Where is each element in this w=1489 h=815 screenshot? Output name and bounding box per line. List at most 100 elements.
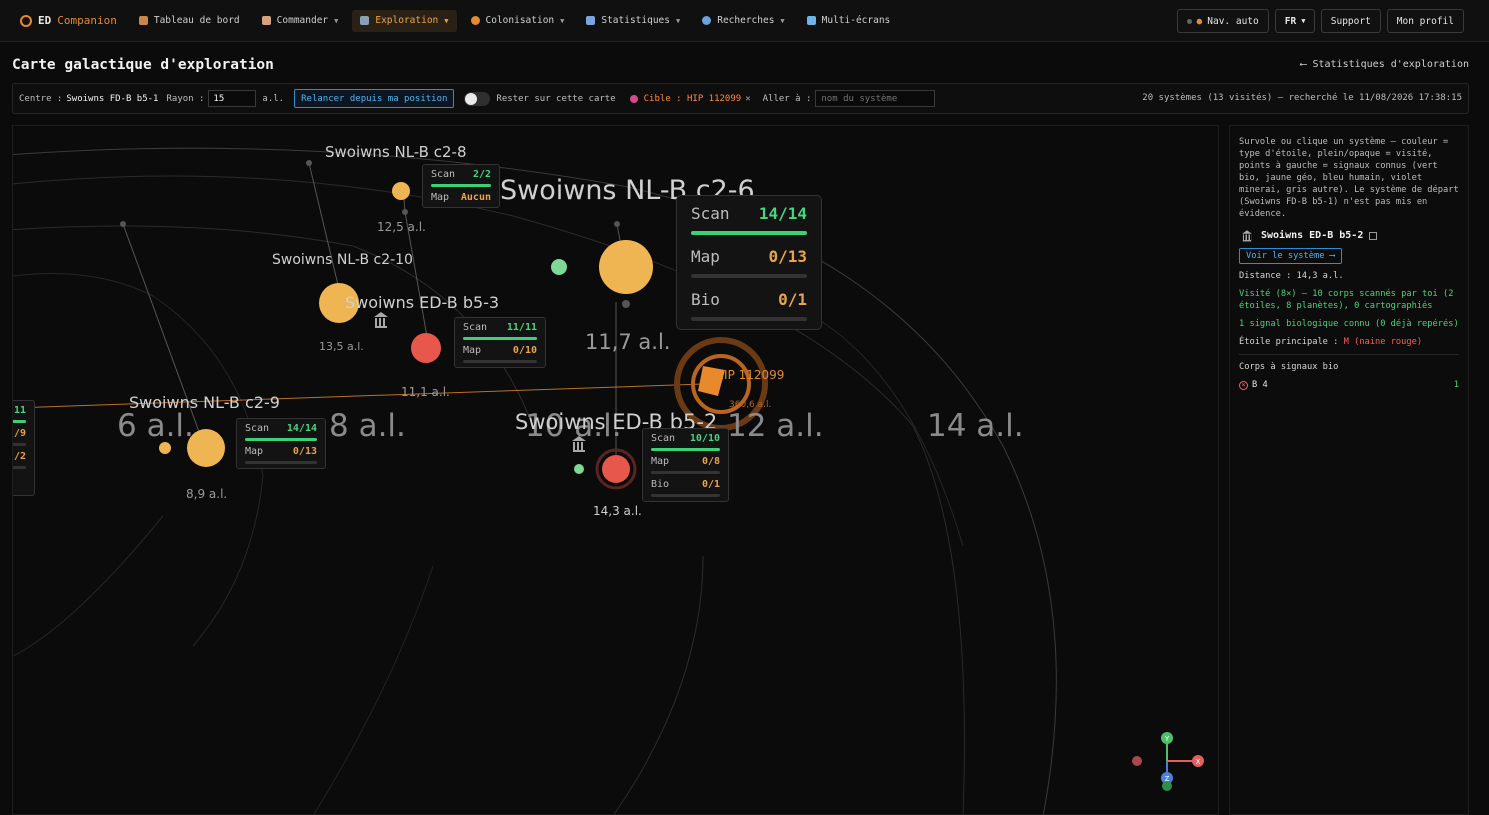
ring-label-14: 14 a.l. <box>927 408 1024 444</box>
system-distance: 11,7 a.l. <box>585 330 671 354</box>
bio-bar <box>691 317 807 321</box>
system-name[interactable]: Swoiwns ED-B b5-3 <box>345 293 499 312</box>
system-distance: 14,3 a.l. <box>593 504 642 518</box>
nav-item-commander[interactable]: Commander ▼ <box>254 10 347 32</box>
map-row: Map 0/10 <box>463 345 537 356</box>
bio-value: 0/1 <box>701 479 720 490</box>
bio-body-count: 1 <box>1453 380 1459 390</box>
copy-icon[interactable] <box>1369 231 1378 240</box>
support-button[interactable]: Support <box>1320 9 1381 33</box>
map-value: 0/13 <box>292 446 317 457</box>
nav-right-group: ● Nav. auto FR ▼ Support Mon profil <box>1176 9 1464 33</box>
bio-bar <box>651 494 720 497</box>
bio-body-row[interactable]: × B 4 1 <box>1239 379 1459 391</box>
map-bar <box>13 443 26 446</box>
map-controls-bar: Centre : Swoiwns FD-B b5-1 Rayon : a.l. … <box>12 83 1469 114</box>
scan-bar <box>431 184 491 187</box>
profile-label: Mon profil <box>1396 15 1454 27</box>
system-card[interactable]: Scan 14/14 Map 0/13 <box>236 418 326 469</box>
star-swoiwns-ed-b-b5-3[interactable] <box>411 333 441 363</box>
star-swoiwns-ed-b-b5-2[interactable] <box>602 455 630 483</box>
bio-value: 0/1 <box>778 290 807 309</box>
bio-body-name: × B 4 <box>1239 379 1268 391</box>
brand-ed: ED <box>38 14 52 27</box>
distance-ring <box>13 273 264 647</box>
planet-icon <box>470 16 480 25</box>
language-value: FR <box>1284 15 1297 27</box>
radius-input[interactable] <box>208 90 257 107</box>
x-axis-label: X <box>1196 758 1201 766</box>
language-select[interactable]: FR ▼ <box>1274 9 1315 33</box>
target-system-name[interactable]: HIP 112099 <box>715 368 784 382</box>
dashboard-icon <box>138 16 148 25</box>
ring-label-12: 12 a.l. <box>727 408 824 444</box>
centre-label: Centre : <box>19 93 63 104</box>
system-anchor-dot <box>120 221 126 227</box>
chevron-down-icon: ▼ <box>780 16 785 25</box>
brand-ring-icon <box>20 14 32 27</box>
selected-system-name: Swoiwns ED-B b5-2 <box>1261 229 1364 241</box>
system-card[interactable]: Scan 2/2 Map Aucun <box>422 164 500 208</box>
scan-label: Scan <box>691 204 730 223</box>
relaunch-from-position-button[interactable]: Relancer depuis ma position <box>294 89 455 108</box>
system-name[interactable]: Swoiwns NL-B c2-10 <box>272 252 413 268</box>
nav-item-label: Multi-écrans <box>821 15 891 26</box>
nav-item-dashboard[interactable]: Tableau de bord <box>131 10 248 32</box>
system-card-clipped[interactable]: 11 /9 /2 <box>13 400 35 496</box>
nav-item-label: Recherches <box>717 15 775 26</box>
chevron-down-icon: ▼ <box>1301 17 1306 25</box>
scan-value: 14/14 <box>758 204 807 223</box>
system-card-large[interactable]: Scan 14/14 Map 0/13 Bio 0/1 <box>676 195 822 330</box>
stay-on-map-toggle[interactable] <box>464 91 491 106</box>
nav-item-colonisation[interactable]: Colonisation ▼ <box>463 10 573 32</box>
map-value: Aucun <box>460 192 491 203</box>
scan-row: Scan 14/14 <box>245 423 317 434</box>
station-icon <box>1241 230 1252 242</box>
system-card[interactable]: Scan 11/11 Map 0/10 <box>454 317 546 368</box>
nav-item-exploration[interactable]: Exploration ▼ <box>352 9 457 32</box>
profile-button[interactable]: Mon profil <box>1386 9 1464 33</box>
stats-icon <box>586 16 596 25</box>
commander-icon <box>261 16 271 25</box>
star-swoiwns-nl-b-c2-8[interactable] <box>392 182 410 200</box>
map-help-text: Survole ou clique un système — couleur =… <box>1239 137 1459 219</box>
chevron-down-icon: ▼ <box>560 16 565 25</box>
system-name[interactable]: Swoiwns NL-B c2-9 <box>129 393 280 412</box>
nav-item-recherches[interactable]: Recherches ▼ <box>694 10 792 32</box>
nav-auto-button[interactable]: ● Nav. auto <box>1176 9 1269 33</box>
bio-bodies-title: Corps à signaux bio <box>1239 362 1339 372</box>
main-star-value: M (naine rouge) <box>1343 337 1423 347</box>
system-distance: 12,5 a.l. <box>377 220 426 234</box>
map-value: 0/8 <box>701 456 720 467</box>
galaxy-map[interactable]: X Y Z 6 a.l. 8 a.l. 10 a.l. 12 a.l. 14 a… <box>12 125 1219 815</box>
unscanned-icon: × <box>1239 380 1248 390</box>
view-system-button[interactable]: Voir le système ⟶ <box>1239 248 1342 264</box>
target-icon <box>629 94 638 103</box>
nav-item-label: Tableau de bord <box>153 15 240 26</box>
toggle-knob <box>465 92 478 105</box>
star-swoiwns-nl-b-c2-6[interactable] <box>599 240 653 294</box>
scan-bar <box>463 337 537 340</box>
map-row: Map 0/8 <box>651 456 720 467</box>
nav-item-multi-ecrans[interactable]: Multi-écrans <box>799 10 899 32</box>
nav-item-label: Exploration <box>375 15 439 26</box>
nav-auto-label: Nav. auto <box>1207 15 1259 27</box>
scan-value: 11/11 <box>506 322 537 333</box>
map-value: 0/10 <box>512 345 537 356</box>
selected-system-title: Swoiwns ED-B b5-2 <box>1239 228 1459 243</box>
nav-item-statistiques[interactable]: Statistiques ▼ <box>578 10 688 32</box>
map-canvas[interactable]: X Y Z <box>13 126 1219 815</box>
clear-target-icon[interactable]: ✕ <box>745 94 750 104</box>
brand-logo[interactable]: ED Companion <box>20 14 117 27</box>
target-label-text: Cible : <box>643 93 682 104</box>
system-anchor-dot <box>306 160 312 166</box>
system-name[interactable]: Swoiwns NL-B c2-8 <box>325 143 467 161</box>
nav-item-label: Statistiques <box>601 15 670 26</box>
bio-row: Bio 0/1 <box>691 290 807 309</box>
system-card[interactable]: Scan 10/10 Map 0/8 Bio 0/1 <box>642 428 729 502</box>
z-axis-label: Z <box>1165 775 1170 783</box>
bio-label: Bio <box>691 290 720 309</box>
back-to-stats-link[interactable]: ⟵ Statistiques d'exploration <box>1300 59 1469 70</box>
x-neg-knob[interactable] <box>1132 756 1142 766</box>
goto-system-input[interactable] <box>815 90 936 107</box>
